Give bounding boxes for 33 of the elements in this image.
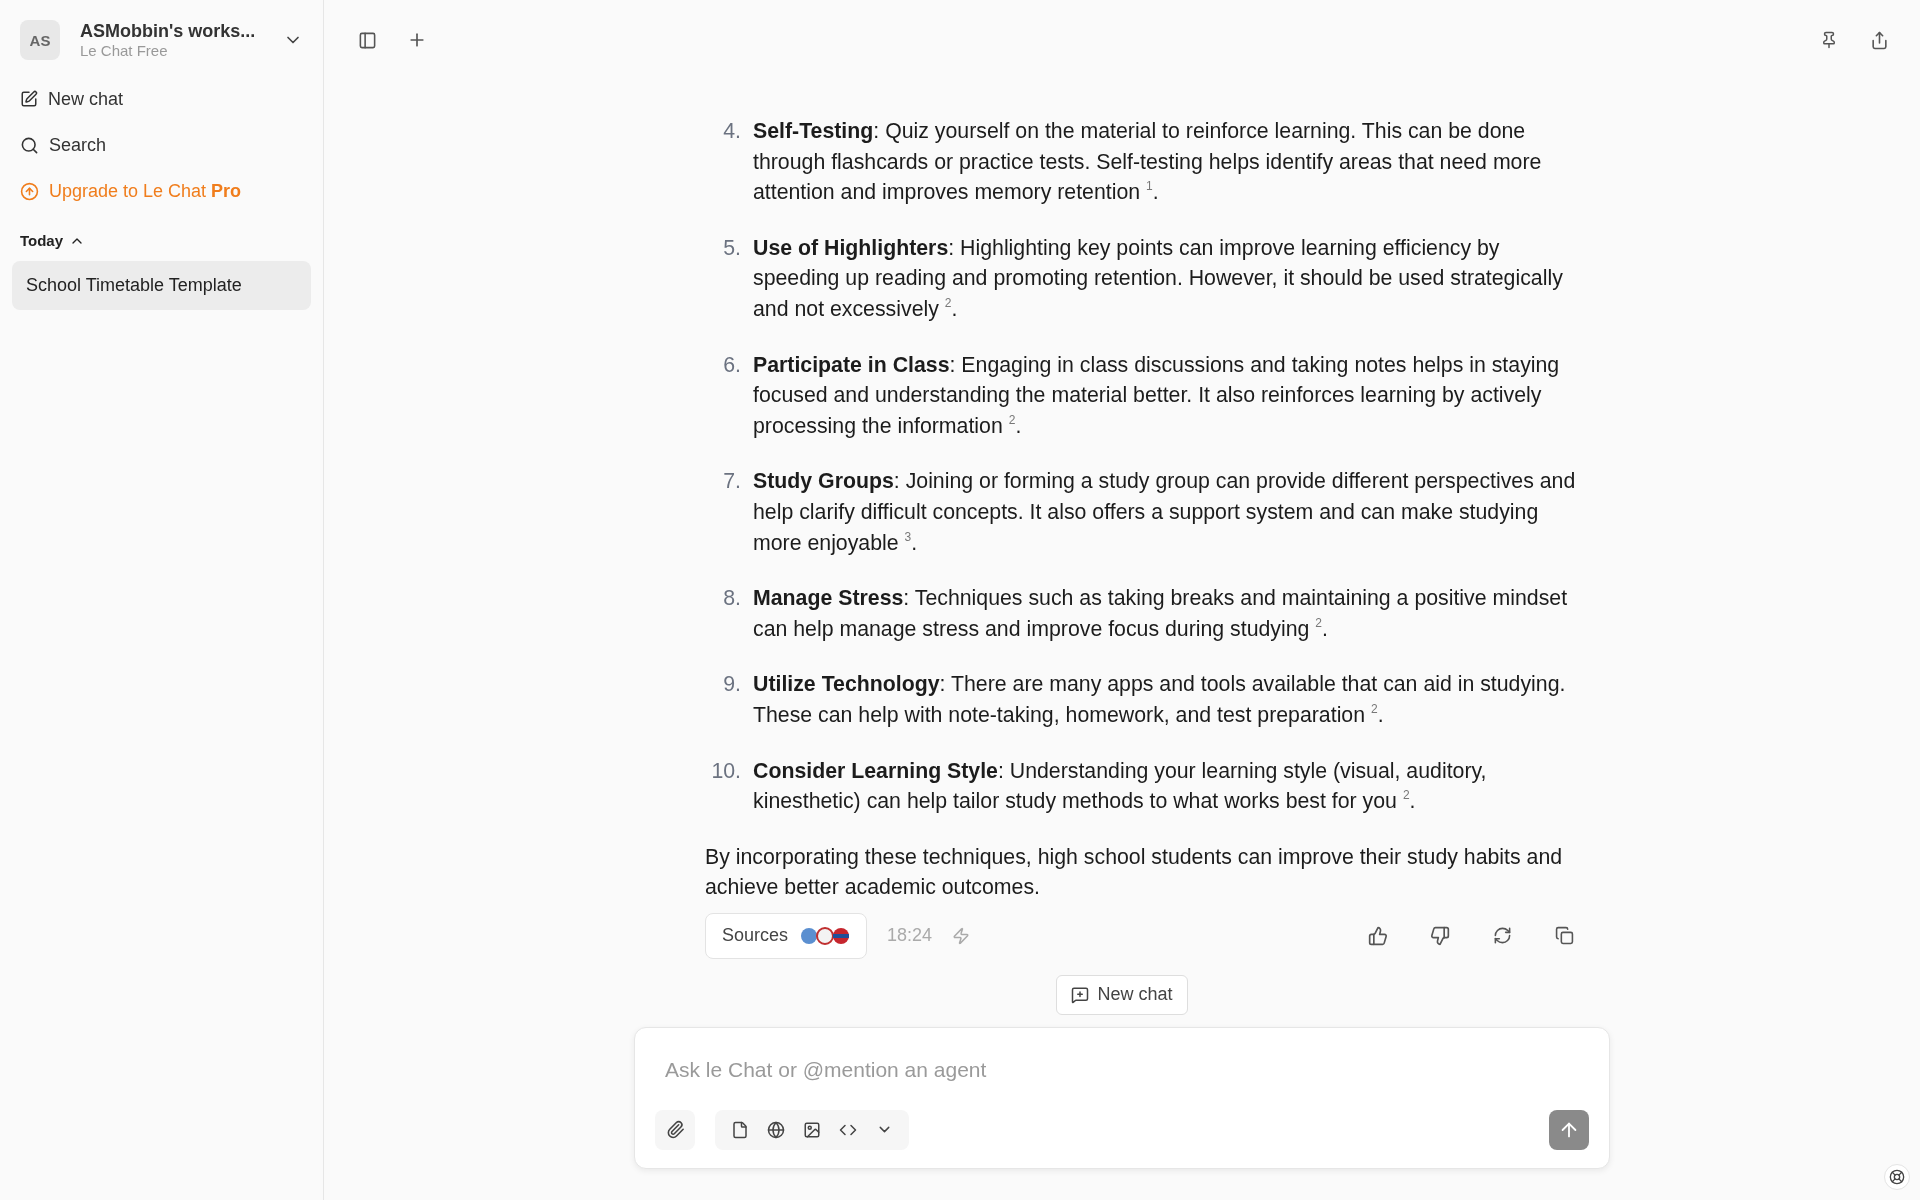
conclusion-text: By incorporating these techniques, high school students can improve their study habits and achieve better academic outcomes. [705, 843, 1564, 902]
search-icon [20, 135, 39, 155]
message-time: 18:24 [887, 925, 933, 947]
sidebar-item[interactable]: New chat [12, 76, 311, 122]
list-item-text: Use of Highlighters: Highlighting key points can improve learning efficiency by speeding up reading and promoting retention. However, it should be used strategically and not excessively $^{2}$. [753, 234, 1564, 323]
list-item-text: Self-Testing: Quiz yourself on the material to reinforce learning. This can be done through flashcards or practice tests. Self-testing helps identify areas that need more attention and improves memory retention $^{1}$. [753, 118, 1543, 207]
source-logos-drawing [800, 925, 851, 946]
list-number: 9. [722, 671, 742, 699]
lightning-icon [952, 926, 971, 945]
list-item-text: Study Groups: Joining or forming a study group can provide different perspectives and help clarify difficult concepts. It also offers a support system and can make studying more enjoyable $^{3}$. [753, 468, 1577, 557]
help-icon[interactable] [1884, 1164, 1910, 1190]
new-chat-button[interactable]: New chat [1056, 974, 1188, 1015]
sources-button[interactable]: Sources [705, 912, 868, 959]
list-item-text: Participate in Class: Engaging in class discussions and taking notes helps in staying focused and understanding the material better. It also reinforces learning by actively processing the information $^{2}$. [753, 351, 1561, 440]
list-number: 5. [722, 234, 742, 262]
upgrade-icon [20, 181, 39, 201]
sidebar-item[interactable]: Search [12, 122, 311, 168]
plan-label: Le Chat Free [80, 42, 169, 59]
list-number: 6. [722, 351, 742, 379]
workspace-name: ASMobbin's works... [80, 21, 257, 42]
list-item-text: Utilize Technology: There are many apps and tools available that can aid in studying. These can help with note-taking, homework, and test preparation $^{2}$. [753, 671, 1567, 729]
list-item-text: Consider Learning Style: Understanding your learning style (visual, auditory, kinesthetic) can help tailor study methods to what works best for you $^{2}$. [753, 757, 1488, 816]
attach-icon[interactable] [655, 1109, 695, 1150]
list-number: 8. [722, 585, 742, 613]
section-toggle[interactable]: Today [12, 232, 94, 249]
workspace-avatar[interactable]: AS [20, 20, 60, 60]
chat-history-item[interactable]: School Timetable Template [12, 261, 311, 310]
list-item-text: Manage Stress: Techniques such as taking breaks and maintaining a positive mindset can help manage stress and improve focus during studying $^{2}$. [753, 585, 1569, 643]
send-button[interactable] [1549, 1109, 1589, 1150]
list-number: 4. [722, 118, 742, 145]
list-number: 7. [722, 468, 742, 496]
message-input[interactable]: Ask le Chat or @mention an agent [655, 1053, 1589, 1086]
list-number: 10. [710, 757, 742, 785]
